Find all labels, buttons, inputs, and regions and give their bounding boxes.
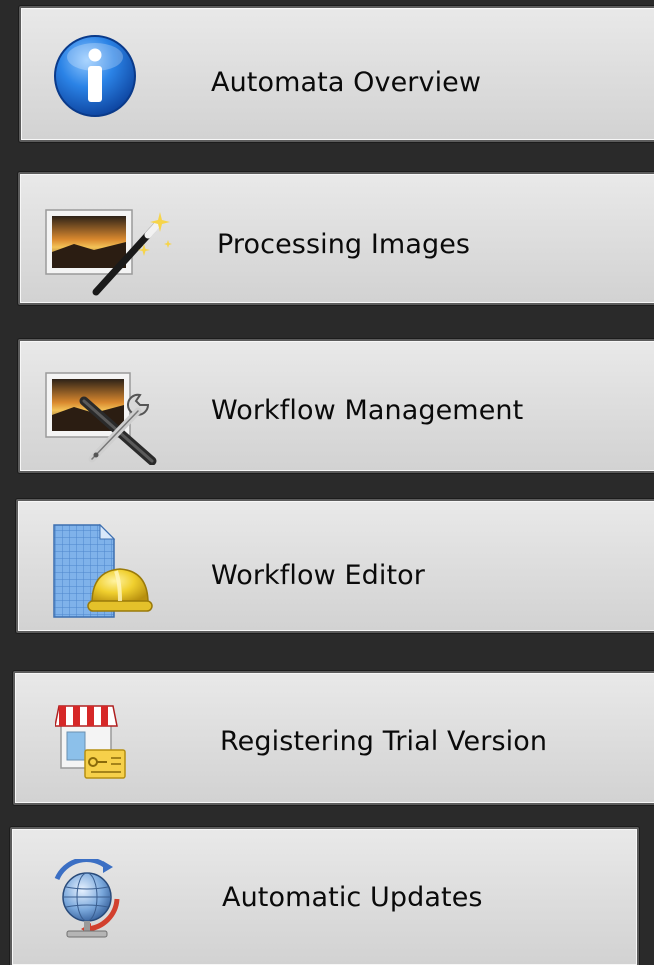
workflow-editor-button[interactable]: Workflow Editor (16, 499, 654, 633)
store-license-icon (55, 705, 126, 779)
automata-overview-label: Automata Overview (211, 67, 482, 98)
automatic-updates-label: Automatic Updates (222, 882, 483, 913)
workflow-management-label: Workflow Management (211, 395, 524, 426)
image-tools-icon (45, 372, 157, 465)
help-menu-page: Automata Overview Processing Images Work… (0, 0, 654, 965)
workflow-editor-label: Workflow Editor (211, 560, 425, 591)
blueprint-hardhat-icon (53, 523, 153, 618)
globe-update-icon (54, 859, 120, 938)
image-wand-icon (45, 209, 172, 296)
info-icon (54, 35, 136, 117)
automatic-updates-button[interactable]: Automatic Updates (10, 827, 639, 965)
automata-overview-button[interactable]: Automata Overview (19, 6, 654, 142)
processing-images-label: Processing Images (217, 229, 471, 260)
registering-trial-version-label: Registering Trial Version (220, 726, 548, 757)
registering-trial-version-button[interactable]: Registering Trial Version (13, 671, 654, 805)
workflow-management-button[interactable]: Workflow Management (18, 339, 654, 473)
processing-images-button[interactable]: Processing Images (18, 172, 654, 305)
